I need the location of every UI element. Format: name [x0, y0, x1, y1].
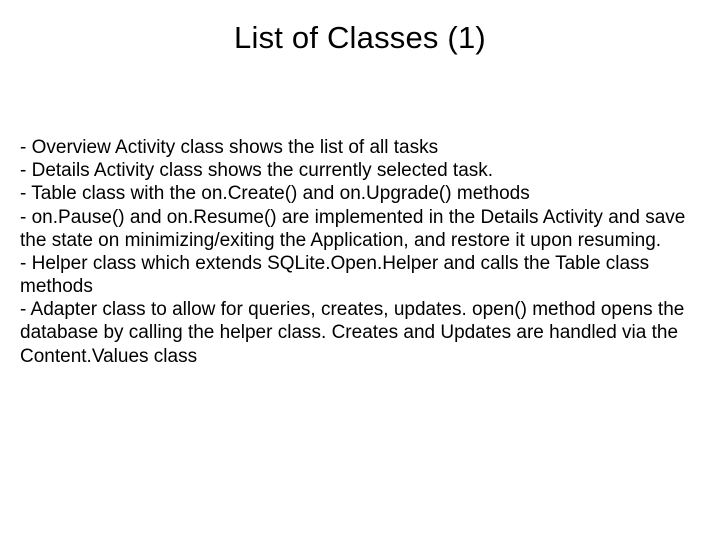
body-line: - Helper class which extends SQLite.Open… [20, 252, 700, 298]
body-line: - Details Activity class shows the curre… [20, 159, 700, 182]
body-line: - Adapter class to allow for queries, cr… [20, 298, 700, 368]
body-line: - Overview Activity class shows the list… [20, 136, 700, 159]
body-line: - on.Pause() and on.Resume() are impleme… [20, 206, 700, 252]
slide-body: - Overview Activity class shows the list… [20, 136, 700, 368]
slide-title: List of Classes (1) [20, 20, 700, 56]
slide: List of Classes (1) - Overview Activity … [0, 0, 720, 540]
body-line: - Table class with the on.Create() and o… [20, 182, 700, 205]
